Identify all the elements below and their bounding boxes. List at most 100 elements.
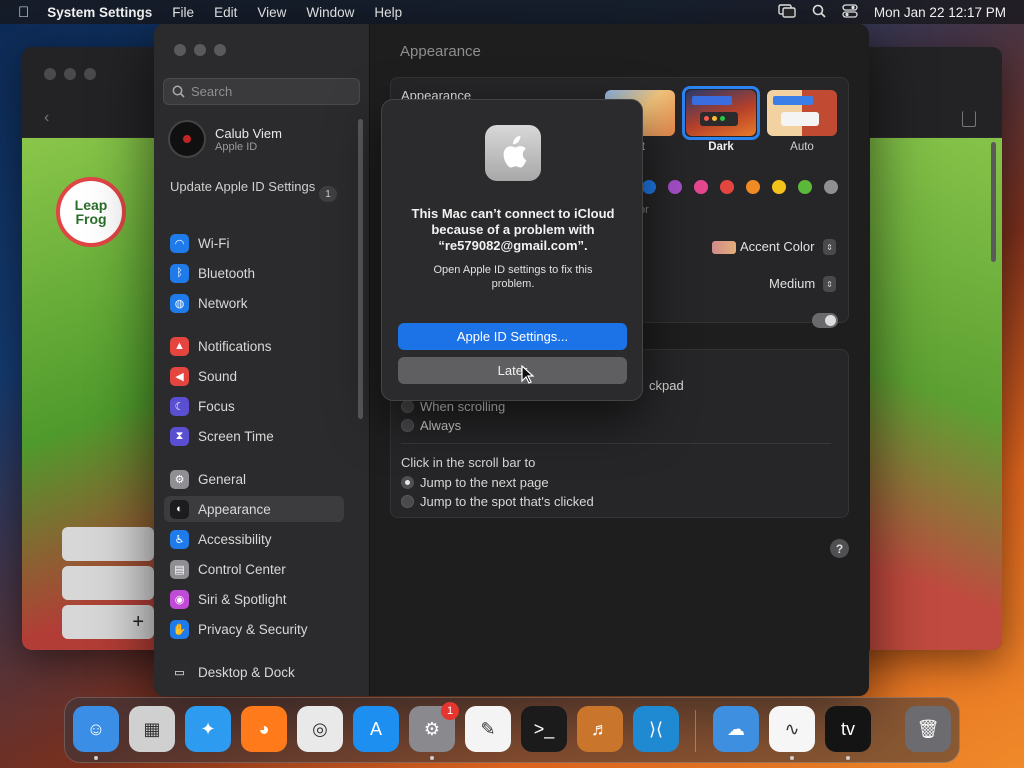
weather-icon[interactable]: ☁ bbox=[713, 706, 759, 752]
chrome-icon[interactable]: ◎ bbox=[297, 706, 343, 752]
sidebar-item-bluetooth[interactable]: ᛒ Bluetooth bbox=[164, 260, 344, 286]
accent-color-swatch[interactable] bbox=[642, 180, 656, 194]
bg-back-icon[interactable]: ‹ bbox=[44, 109, 49, 127]
click-radio-spot-clicked[interactable] bbox=[401, 495, 414, 508]
launchpad-icon[interactable]: ▦ bbox=[129, 706, 175, 752]
search-input[interactable] bbox=[191, 84, 351, 99]
accent-color-swatch[interactable] bbox=[746, 180, 760, 194]
appearance-auto-thumb[interactable] bbox=[767, 90, 837, 136]
sidebar-item-sound[interactable]: ◀ Sound bbox=[164, 363, 344, 389]
firefox-icon[interactable]: ◕ bbox=[241, 706, 287, 752]
zoom-button[interactable] bbox=[214, 44, 226, 56]
bg-add-button[interactable]: + bbox=[62, 605, 154, 639]
spotlight-search-icon[interactable] bbox=[812, 4, 826, 21]
moon-icon: ☾ bbox=[170, 396, 189, 416]
bg-close-button[interactable] bbox=[44, 68, 56, 80]
apple-logo-icon bbox=[485, 125, 541, 181]
sidebar-item-control-center[interactable]: ▤ Control Center bbox=[164, 556, 344, 582]
freeform-icon[interactable]: ∿ bbox=[769, 706, 815, 752]
sidebar-item-notifications[interactable]: ▲ Notifications bbox=[164, 333, 344, 359]
sidebar-icon-size-stepper-icon[interactable]: ⇕ bbox=[823, 276, 836, 292]
trash-icon[interactable]: 🗑 bbox=[905, 706, 951, 752]
bg-share-icon[interactable] bbox=[962, 111, 976, 127]
account-subtitle: Apple ID bbox=[215, 140, 258, 153]
menu-help[interactable]: Help bbox=[374, 5, 402, 20]
sidebar-icon-size-value[interactable]: Medium bbox=[769, 276, 815, 291]
scroll-radio-always[interactable] bbox=[401, 419, 414, 432]
sidebar-item-appearance[interactable]: ◐ Appearance bbox=[164, 496, 344, 522]
wallpaper-tinting-toggle[interactable] bbox=[812, 313, 838, 328]
finder-icon[interactable]: ☺ bbox=[73, 706, 119, 752]
sidebar-item-label: Siri & Spotlight bbox=[198, 591, 287, 607]
dock-running-indicator bbox=[790, 756, 794, 760]
sidebar-item-wi-fi[interactable]: ◠ Wi-Fi bbox=[164, 230, 344, 256]
minimize-button[interactable] bbox=[194, 44, 206, 56]
accent-color-swatch[interactable] bbox=[824, 180, 838, 194]
leapfrog-logo: Leap Frog bbox=[56, 177, 126, 247]
sidebar-item-label: Desktop & Dock bbox=[198, 664, 295, 680]
app-menu[interactable]: System Settings bbox=[47, 5, 152, 20]
sidebar-item-network[interactable]: ◍ Network bbox=[164, 290, 344, 316]
scroll-radio-when-scrolling[interactable] bbox=[401, 400, 414, 413]
dock-running-indicator bbox=[846, 756, 850, 760]
sidebar-item-label: Privacy & Security bbox=[198, 621, 308, 637]
click-scrollbar-label: Click in the scroll bar to bbox=[401, 455, 536, 470]
later-button[interactable]: Later bbox=[398, 357, 627, 384]
dock-running-indicator bbox=[430, 756, 434, 760]
highlight-color-stepper-icon[interactable]: ⇕ bbox=[823, 239, 836, 255]
garageband-icon[interactable]: ♬ bbox=[577, 706, 623, 752]
sidebar-item-focus[interactable]: ☾ Focus bbox=[164, 393, 344, 419]
sidebar-item-label: Screen Time bbox=[198, 428, 274, 444]
bg-scrollbar[interactable] bbox=[991, 142, 996, 262]
page-title: Appearance bbox=[400, 43, 481, 60]
game-artwork-right bbox=[870, 138, 1002, 650]
dock-running-indicator bbox=[94, 756, 98, 760]
accent-color-swatch[interactable] bbox=[694, 180, 708, 194]
sidebar-item-general[interactable]: ⚙ General bbox=[164, 466, 344, 492]
sidebar-item-accessibility[interactable]: ♿ Accessibility bbox=[164, 526, 344, 552]
click-radio-next-page[interactable] bbox=[401, 476, 414, 489]
sidebar: Calub Viem Apple ID Update Apple ID Sett… bbox=[154, 24, 370, 696]
sidebar-item-label: Wi-Fi bbox=[198, 235, 230, 251]
show-scrollbars-partial: ckpad bbox=[649, 378, 684, 393]
dock-icon: ▭ bbox=[170, 662, 189, 682]
menu-edit[interactable]: Edit bbox=[214, 5, 237, 20]
screen-mirroring-icon[interactable] bbox=[778, 3, 796, 21]
accent-color-swatch[interactable] bbox=[772, 180, 786, 194]
control-center-icon[interactable] bbox=[842, 3, 858, 21]
menu-window[interactable]: Window bbox=[306, 5, 354, 20]
accent-color-swatch[interactable] bbox=[720, 180, 734, 194]
highlight-color-value[interactable]: Accent Color bbox=[740, 239, 814, 254]
apple-tv-icon[interactable]: tv bbox=[825, 706, 871, 752]
sidebar-item-privacy-security[interactable]: ✋ Privacy & Security bbox=[164, 616, 344, 642]
safari-icon[interactable]: ✦ bbox=[185, 706, 231, 752]
bg-zoom-button[interactable] bbox=[84, 68, 96, 80]
highlight-color-swatch bbox=[712, 241, 736, 254]
app-store-icon[interactable]: A bbox=[353, 706, 399, 752]
divider bbox=[401, 443, 831, 444]
sidebar-search[interactable] bbox=[163, 78, 360, 105]
textedit-icon[interactable]: ✎ bbox=[465, 706, 511, 752]
apple-id-account[interactable]: Calub Viem Apple ID bbox=[168, 118, 358, 160]
accent-color-swatch[interactable] bbox=[668, 180, 682, 194]
update-apple-id-settings[interactable]: Update Apple ID Settings bbox=[170, 179, 340, 195]
help-button[interactable]: ? bbox=[830, 539, 849, 558]
apple-id-settings-button[interactable]: Apple ID Settings... bbox=[398, 323, 627, 350]
sidebar-item-desktop-dock[interactable]: ▭ Desktop & Dock bbox=[164, 659, 344, 685]
bg-button-2[interactable] bbox=[62, 566, 154, 600]
menu-clock[interactable]: Mon Jan 22 12:17 PM bbox=[874, 5, 1006, 20]
bg-minimize-button[interactable] bbox=[64, 68, 76, 80]
menu-view[interactable]: View bbox=[257, 5, 286, 20]
sidebar-item-screen-time[interactable]: ⧗ Screen Time bbox=[164, 423, 344, 449]
close-button[interactable] bbox=[174, 44, 186, 56]
accent-color-swatch[interactable] bbox=[798, 180, 812, 194]
sidebar-item-siri-spotlight[interactable]: ◉ Siri & Spotlight bbox=[164, 586, 344, 612]
sidebar-scrollbar[interactable] bbox=[358, 119, 363, 419]
menu-file[interactable]: File bbox=[172, 5, 194, 20]
alert-message: Open Apple ID settings to fix this probl… bbox=[433, 264, 593, 290]
terminal-icon[interactable]: >_ bbox=[521, 706, 567, 752]
bg-button-1[interactable] bbox=[62, 527, 154, 561]
vscode-icon[interactable]: ⟩⟨ bbox=[633, 706, 679, 752]
appearance-dark-thumb[interactable] bbox=[686, 90, 756, 136]
apple-menu-icon[interactable]:  bbox=[18, 4, 29, 21]
